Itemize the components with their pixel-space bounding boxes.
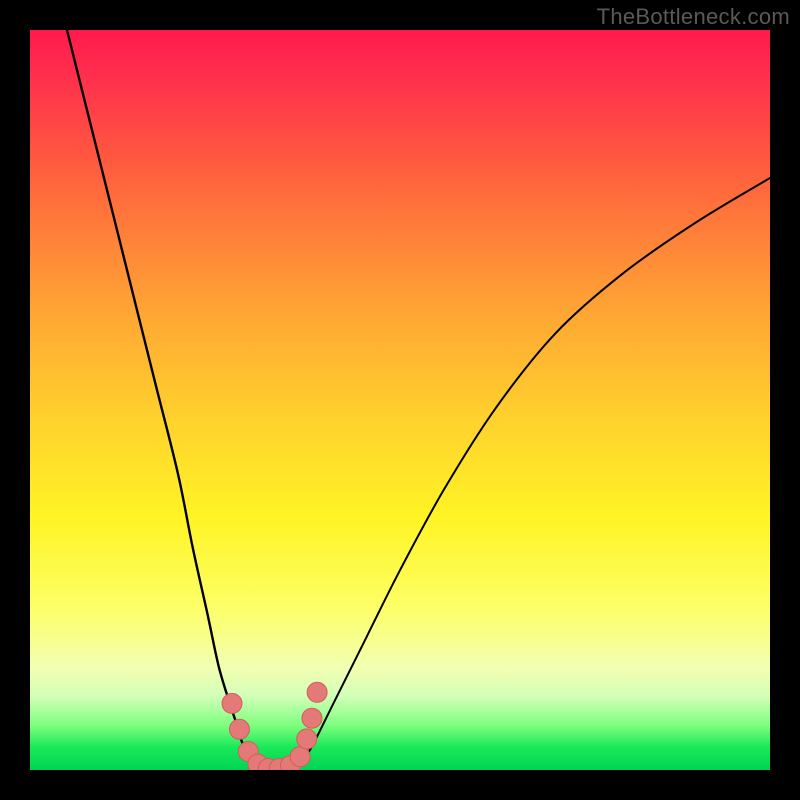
right-curve <box>296 178 770 770</box>
data-marker <box>297 729 317 749</box>
data-marker <box>248 754 268 770</box>
data-marker <box>307 682 327 702</box>
watermark-text: TheBottleneck.com <box>597 4 790 30</box>
data-marker <box>280 756 300 770</box>
chart-frame: TheBottleneck.com <box>0 0 800 800</box>
data-marker <box>222 693 242 713</box>
plot-area <box>30 30 770 770</box>
data-marker <box>269 759 289 770</box>
left-curve <box>67 30 263 770</box>
data-marker <box>290 747 310 767</box>
marker-group <box>222 682 327 770</box>
data-marker <box>238 742 258 762</box>
data-marker <box>302 708 322 728</box>
curve-layer <box>30 30 770 770</box>
data-marker <box>258 759 278 770</box>
data-marker <box>229 719 249 739</box>
